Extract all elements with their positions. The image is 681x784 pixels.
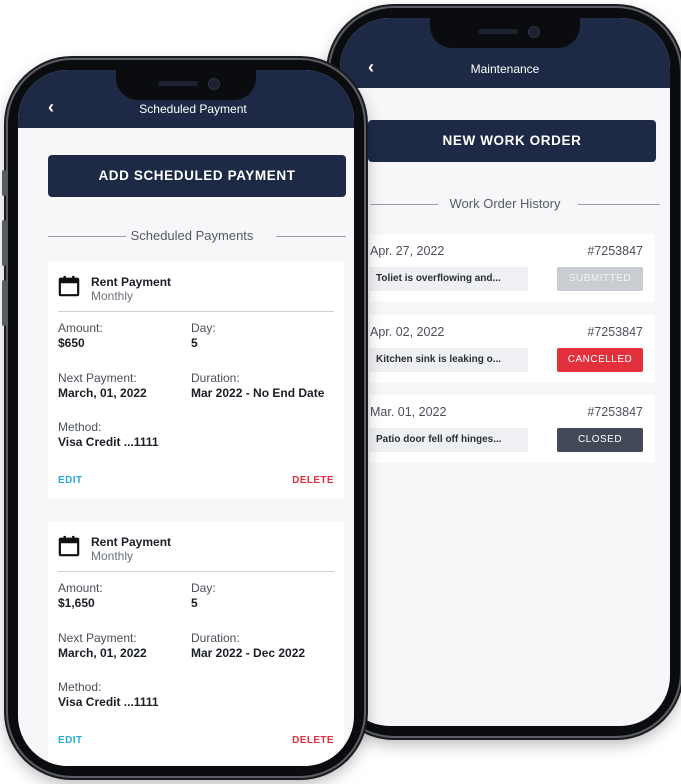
divider-line <box>48 235 126 237</box>
add-scheduled-payment-button[interactable]: ADD SCHEDULED PAYMENT <box>48 155 346 197</box>
mute-switch <box>2 170 6 196</box>
work-order-id: #7253847 <box>587 405 643 419</box>
calendar-icon <box>58 275 80 297</box>
next-payment-label: Next Payment: <box>58 371 137 385</box>
page-title: Maintenance <box>470 62 540 76</box>
volume-up-button <box>2 220 6 266</box>
front-camera-icon <box>208 78 220 90</box>
phone-notch <box>430 18 580 48</box>
method-label: Method: <box>58 680 102 694</box>
day-value: 5 <box>191 596 198 610</box>
work-order-card[interactable]: Apr. 27, 2022 #7253847 Toliet is overflo… <box>370 234 655 302</box>
next-payment-value: March, 01, 2022 <box>58 646 147 660</box>
section-title: Work Order History <box>449 196 561 211</box>
work-order-description: Kitchen sink is leaking o... <box>370 348 528 372</box>
maintenance-screen: ‹ Maintenance NEW WORK ORDER Work Order … <box>340 18 670 726</box>
work-order-card[interactable]: Mar. 01, 2022 #7253847 Patio door fell o… <box>370 395 655 463</box>
work-order-history-heading: Work Order History <box>340 196 670 211</box>
scheduled-payments-heading: Scheduled Payments <box>18 228 354 243</box>
method-value: Visa Credit ...1111 <box>58 695 159 709</box>
amount-value: $650 <box>58 336 85 350</box>
delete-button[interactable]: DELETE <box>292 475 334 486</box>
work-order-description: Patio door fell off hinges... <box>370 428 528 452</box>
front-camera-icon <box>528 26 540 38</box>
next-payment-label: Next Payment: <box>58 631 137 645</box>
divider-line <box>276 235 346 237</box>
calendar-icon <box>58 535 80 557</box>
status-badge: CLOSED <box>557 428 643 452</box>
duration-label: Duration: <box>191 631 240 645</box>
delete-button[interactable]: DELETE <box>292 735 334 746</box>
duration-value: Mar 2022 - Dec 2022 <box>191 646 306 660</box>
payment-name: Rent Payment <box>91 535 172 549</box>
divider-line <box>578 203 660 205</box>
page-title: Scheduled Payment <box>139 102 247 116</box>
amount-label: Amount: <box>58 321 103 335</box>
day-label: Day: <box>191 321 216 335</box>
scheduled-payment-phone: ‹ Scheduled Payment ADD SCHEDULED PAYMEN… <box>2 60 364 776</box>
next-payment-value: March, 01, 2022 <box>58 386 147 400</box>
edit-button[interactable]: EDIT <box>58 475 82 486</box>
phone-notch <box>116 70 256 100</box>
section-title: Scheduled Payments <box>130 228 254 243</box>
scheduled-payment-screen: ‹ Scheduled Payment ADD SCHEDULED PAYMEN… <box>18 70 354 766</box>
volume-down-button <box>2 280 6 326</box>
work-order-date: Mar. 01, 2022 <box>370 405 447 419</box>
payment-frequency: Monthly <box>91 289 134 303</box>
work-order-description: Toliet is overflowing and... <box>370 267 528 291</box>
method-value: Visa Credit ...1111 <box>58 435 159 449</box>
day-label: Day: <box>191 581 216 595</box>
work-order-date: Apr. 02, 2022 <box>370 325 445 339</box>
maintenance-phone: ‹ Maintenance NEW WORK ORDER Work Order … <box>324 8 680 736</box>
card-divider <box>58 311 334 312</box>
amount-value: $1,650 <box>58 596 95 610</box>
speaker-grille <box>478 29 518 34</box>
work-order-date: Apr. 27, 2022 <box>370 244 445 258</box>
speaker-grille <box>158 81 198 86</box>
work-order-id: #7253847 <box>587 244 643 258</box>
new-work-order-button[interactable]: NEW WORK ORDER <box>368 120 656 162</box>
status-badge: SUBMITTED <box>557 267 643 291</box>
payment-frequency: Monthly <box>91 549 134 563</box>
duration-label: Duration: <box>191 371 240 385</box>
work-order-card[interactable]: Apr. 02, 2022 #7253847 Kitchen sink is l… <box>370 315 655 383</box>
divider-line <box>370 203 438 205</box>
scheduled-payment-card: Rent Payment Monthly Amount: $650 Day: 5… <box>48 261 344 499</box>
day-value: 5 <box>191 336 198 350</box>
payment-name: Rent Payment <box>91 275 172 289</box>
card-divider <box>58 571 334 572</box>
duration-value: Mar 2022 - No End Date <box>191 386 325 400</box>
status-badge: CANCELLED <box>557 348 643 372</box>
edit-button[interactable]: EDIT <box>58 735 82 746</box>
method-label: Method: <box>58 420 102 434</box>
amount-label: Amount: <box>58 581 103 595</box>
work-order-id: #7253847 <box>587 325 643 339</box>
scheduled-payment-card: Rent Payment Monthly Amount: $1,650 Day:… <box>48 521 344 766</box>
